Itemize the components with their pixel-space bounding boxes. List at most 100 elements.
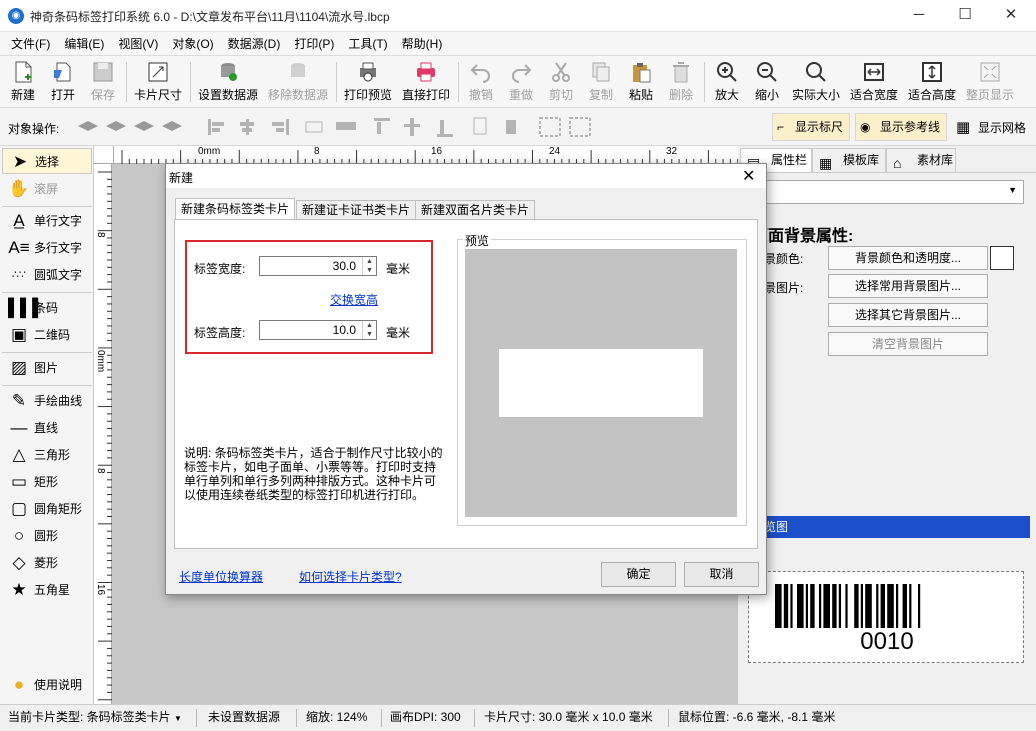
dialog-close-icon[interactable]: ✕ — [742, 166, 755, 186]
card-type-help-link[interactable]: 如何选择卡片类型? — [299, 568, 402, 585]
show-ruler-toggle[interactable]: ⌐ 显示标尺 — [772, 113, 851, 141]
set-datasource-button[interactable]: 设置数据源 — [196, 60, 260, 106]
help-tool[interactable]: ● 使用说明 — [2, 672, 92, 698]
cut-button[interactable]: 剪切 — [544, 60, 578, 106]
unit-converter-link[interactable]: 长度单位换算器 — [179, 568, 263, 585]
menu-edit[interactable]: 编辑(E) — [57, 32, 111, 56]
width-label: 标签宽度: — [194, 262, 246, 276]
star-icon: ★ — [11, 580, 27, 599]
tab-double-sided-card[interactable]: 新建双面名片类卡片 — [415, 200, 536, 220]
app-icon: ◉ — [8, 8, 24, 24]
bg-color-swatch[interactable] — [990, 246, 1014, 270]
tab-barcode-label-card[interactable]: 新建条码标签类卡片 — [175, 198, 296, 220]
round-rect-tool[interactable]: ▢ 圆角矩形 — [2, 496, 92, 522]
diamond-tool[interactable]: ◇ 菱形 — [2, 550, 92, 576]
print-preview-button[interactable]: 打印预览 — [342, 60, 394, 106]
tab-templates[interactable]: ▦ 模板库 — [812, 148, 886, 172]
redo-button[interactable]: 重做 — [504, 60, 538, 106]
tab-certificate-card[interactable]: 新建证卡证书类卡片 — [296, 200, 417, 220]
paste-button[interactable]: 粘贴 — [624, 60, 658, 106]
barcode-tool[interactable]: ▌▌▌ 条码 — [2, 295, 92, 321]
h-ruler-label: 0mm — [198, 146, 221, 157]
actual-size-button[interactable]: 实际大小 — [790, 60, 842, 106]
bg-color-button[interactable]: 背景颜色和透明度... — [828, 246, 988, 270]
fit-height-button[interactable]: 适合高度 — [906, 60, 958, 106]
line-tool[interactable]: — 直线 — [2, 415, 92, 441]
barcode-text: 0010 — [860, 628, 914, 655]
rect-tool[interactable]: ▭ 矩形 — [2, 469, 92, 495]
chevron-down-icon: ▼ — [1008, 185, 1017, 195]
h-ruler-label: 16 — [431, 146, 443, 157]
tab-materials[interactable]: ⌂ 素材库 — [886, 148, 956, 172]
single-text-tool[interactable]: A̲ 单行文字 — [2, 208, 92, 234]
scroll-tool[interactable]: ✋ 滚屏 — [2, 176, 92, 202]
barcode-preview: 0010 — [748, 571, 1024, 663]
chevron-down-icon: ▼ — [174, 714, 182, 723]
dialog-title-bar: 新建 ✕ — [166, 164, 766, 188]
height-spinner[interactable]: 10.0 ▲ ▼ — [259, 320, 377, 340]
qrcode-tool[interactable]: ▣ 二维码 — [2, 322, 92, 348]
width-spinner[interactable]: 30.0 ▲ ▼ — [259, 256, 377, 276]
menu-object[interactable]: 对象(O) — [165, 32, 220, 56]
swap-width-height-link[interactable]: 交换宽高 — [330, 291, 378, 308]
undo-button[interactable]: 撤销 — [464, 60, 498, 106]
select-tool[interactable]: ➤ 选择 — [2, 148, 92, 174]
copy-button[interactable]: 复制 — [584, 60, 618, 106]
card-size-button[interactable]: 卡片尺寸 — [132, 60, 184, 106]
menu-tools[interactable]: 工具(T) — [341, 32, 394, 56]
save-button[interactable]: 保存 — [86, 60, 120, 106]
close-button[interactable]: ✕ — [988, 0, 1034, 32]
cancel-button[interactable]: 取消 — [684, 562, 759, 587]
fit-width-button[interactable]: 适合宽度 — [848, 60, 900, 106]
ok-button[interactable]: 确定 — [601, 562, 676, 587]
zoom-out-button[interactable]: 缩小 — [750, 60, 784, 106]
preview-header: 预览图 — [738, 516, 1030, 538]
page-display-button[interactable]: 整页显示 — [964, 60, 1016, 106]
arc-text-icon: ∴∵ — [12, 269, 26, 281]
triangle-tool[interactable]: △ 三角形 — [2, 442, 92, 468]
remove-datasource-button[interactable]: 移除数据源 — [266, 60, 330, 106]
direct-print-button[interactable]: 直接打印 — [400, 60, 452, 106]
menu-view[interactable]: 视图(V) — [111, 32, 165, 56]
common-bg-image-button[interactable]: 选择常用背景图片... — [828, 274, 988, 298]
align-icons — [208, 117, 516, 137]
other-bg-image-button[interactable]: 选择其它背景图片... — [828, 303, 988, 327]
star-tool[interactable]: ★ 五角星 — [2, 577, 92, 603]
multi-text-icon: A≡ — [8, 238, 30, 257]
scissors-icon — [552, 62, 570, 82]
new-button[interactable]: 新建 — [6, 60, 40, 106]
menu-datasource[interactable]: 数据源(D) — [221, 32, 288, 56]
dialog-title: 新建 — [169, 171, 194, 185]
minimize-button[interactable]: ─ — [896, 0, 942, 32]
delete-button[interactable]: 删除 — [664, 60, 698, 106]
card-size-icon — [148, 62, 168, 82]
status-mouse-position: 鼠标位置: -6.6 毫米, -8.1 毫米 — [678, 710, 836, 724]
clear-bg-image-button[interactable]: 清空背景图片 — [828, 332, 988, 356]
lightbulb-icon: ● — [13, 675, 25, 694]
new-file-icon — [15, 61, 32, 83]
object-select-dropdown[interactable]: ▼ — [746, 180, 1024, 204]
menu-help[interactable]: 帮助(H) — [395, 32, 450, 56]
maximize-button[interactable]: ☐ — [942, 0, 988, 32]
height-value: 10.0 — [332, 323, 356, 337]
image-tool[interactable]: ▨ 图片 — [2, 355, 92, 381]
zoom-in-button[interactable]: 放大 — [710, 60, 744, 106]
spinner-arrows-icon[interactable]: ▲ ▼ — [362, 257, 376, 275]
show-grid-toggle[interactable]: ▦ 显示网格 — [956, 119, 1026, 136]
toolbar-separator — [458, 62, 459, 102]
arc-text-tool[interactable]: ∴∵ 圆弧文字 — [2, 262, 92, 288]
menu-file[interactable]: 文件(F) — [4, 32, 57, 56]
width-value: 30.0 — [332, 259, 356, 273]
open-button[interactable]: 打开 — [46, 60, 80, 106]
menu-print[interactable]: 打印(P) — [287, 32, 341, 56]
freehand-tool[interactable]: ✎ 手绘曲线 — [2, 388, 92, 414]
zoom-in-icon — [717, 62, 737, 82]
status-card-type[interactable]: 当前卡片类型: 条码标签类卡片 ▼ — [8, 705, 182, 731]
spinner-arrows-icon[interactable]: ▲ ▼ — [362, 321, 376, 339]
multi-text-tool[interactable]: A≡ 多行文字 — [2, 235, 92, 261]
show-guides-toggle[interactable]: ◉ 显示参考线 — [855, 113, 948, 141]
status-datasource: 未设置数据源 — [208, 710, 281, 724]
preview-label: 预览 — [463, 232, 492, 249]
page-display-icon — [980, 62, 1000, 82]
circle-tool[interactable]: ○ 圆形 — [2, 523, 92, 549]
